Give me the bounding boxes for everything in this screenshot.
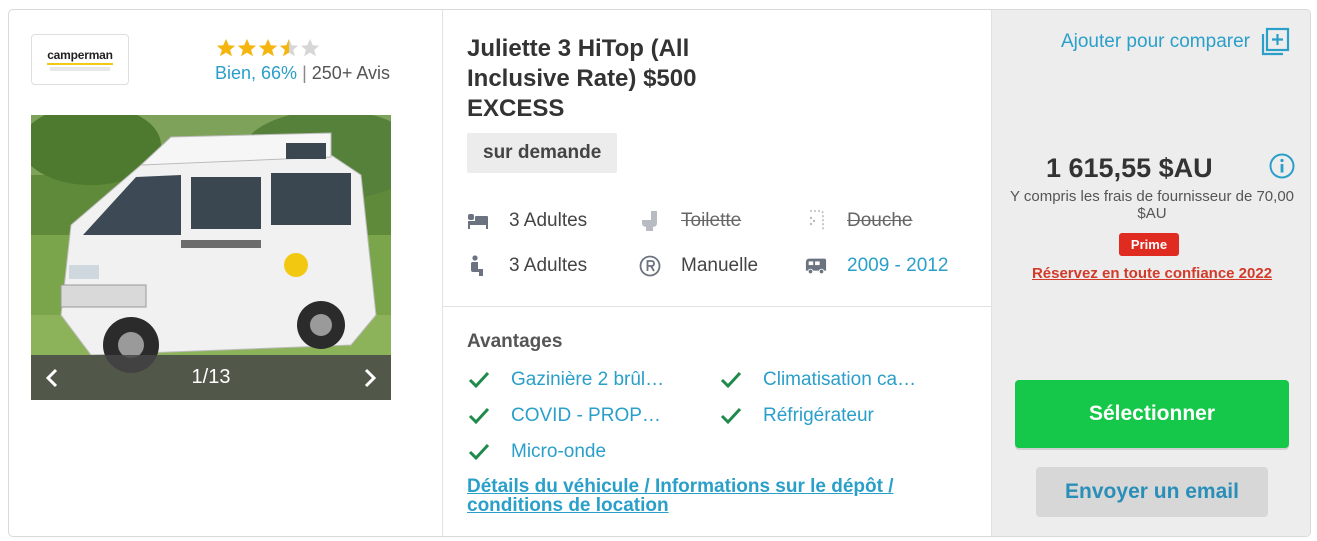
spec-label: Manuelle (681, 255, 759, 276)
check-icon (720, 407, 742, 425)
pricing-column: Ajouter pour comparer 1 615,55 $AU Y com… (992, 10, 1310, 536)
star-icon (237, 38, 257, 57)
total-price: 1 615,55 $AU (1046, 153, 1213, 183)
star-icon (258, 38, 278, 57)
bed-icon (467, 210, 489, 232)
vehicle-details-link[interactable]: Détails du véhicule / Informations sur l… (467, 477, 957, 515)
chevron-right-icon (364, 368, 377, 387)
gallery-next-button[interactable] (359, 363, 381, 393)
spec-sleeps: 3 Adultes (467, 210, 587, 232)
advantage-item[interactable]: Micro-onde (467, 441, 606, 463)
book-confidence-link[interactable]: Réservez en toute confiance 2022 (1002, 265, 1302, 282)
vehicle-details-column: Juliette 3 HiTop (All Inclusive Rate) $5… (443, 10, 992, 536)
advantage-item[interactable]: Réfrigérateur (719, 405, 874, 427)
star-icon (216, 38, 236, 57)
compare-label: Ajouter pour comparer (1060, 31, 1250, 52)
gallery-controls: 1/13 (31, 355, 391, 400)
vendor-column: camperman Bien, 66% | 250+ Avis 1/13 (9, 10, 443, 536)
star-rating (215, 37, 320, 59)
shower-icon (805, 210, 827, 232)
info-icon[interactable] (1269, 153, 1295, 179)
seat-icon (467, 255, 489, 277)
gallery-prev-button[interactable] (41, 363, 63, 393)
rating-separator: | (302, 63, 307, 83)
transmission-icon (639, 255, 661, 277)
logo-underline (47, 63, 113, 65)
chevron-left-icon (45, 368, 58, 387)
review-count: 250+ Avis (311, 63, 391, 83)
advantage-label: Micro-onde (511, 441, 607, 462)
send-email-button[interactable]: Envoyer un email (1036, 467, 1268, 517)
check-icon (720, 371, 742, 389)
toilet-icon (639, 210, 661, 232)
advantage-item[interactable]: COVID - PROP… (467, 405, 661, 427)
logo-tagline (50, 67, 110, 71)
prime-badge: Prime (1119, 233, 1179, 256)
vehicle-icon (805, 255, 827, 277)
check-icon (468, 371, 490, 389)
check-icon (468, 407, 490, 425)
vehicle-card: camperman Bien, 66% | 250+ Avis 1/13 Jul… (8, 9, 1311, 537)
advantage-item[interactable]: Gazinière 2 brûl… (467, 369, 664, 391)
spec-toilet: Toilette (639, 210, 741, 232)
advantage-label: Réfrigérateur (763, 405, 874, 426)
advantages-title: Avantages (467, 331, 563, 352)
spec-label: Toilette (681, 210, 742, 231)
spec-label: Douche (847, 210, 913, 231)
spec-seats: 3 Adultes (467, 255, 587, 277)
advantage-label: Climatisation ca… (763, 369, 917, 390)
select-button[interactable]: Sélectionner (1015, 380, 1289, 448)
rating-summary: Bien, 66% | 250+ Avis (215, 63, 390, 84)
empty-star-icon (300, 38, 320, 57)
availability-badge: sur demande (467, 133, 618, 173)
spec-label: 2009 - 2012 (847, 255, 949, 276)
vehicle-title: Juliette 3 HiTop (All Inclusive Rate) $5… (467, 35, 697, 122)
add-to-compare-button[interactable]: Ajouter pour comparer (1061, 27, 1290, 57)
spec-transmission: Manuelle (639, 255, 758, 277)
rating-label[interactable]: Bien, 66% (215, 63, 297, 83)
vendor-logo-text: camperman (47, 48, 113, 62)
spec-label: 3 Adultes (509, 255, 588, 276)
advantage-label: Gazinière 2 brûl… (511, 369, 665, 390)
advantage-item[interactable]: Climatisation ca… (719, 369, 916, 391)
section-divider (443, 306, 991, 307)
spec-label: 3 Adultes (509, 210, 588, 231)
check-icon (468, 443, 490, 461)
spec-shower: Douche (805, 210, 913, 232)
vendor-logo: camperman (31, 34, 129, 85)
fee-note: Y compris les frais de fournisseur de 70… (1009, 188, 1295, 222)
add-compare-icon (1261, 27, 1290, 56)
vehicle-photo[interactable]: 1/13 (31, 115, 391, 400)
gallery-counter: 1/13 (191, 366, 231, 388)
advantage-label: COVID - PROP… (511, 405, 661, 426)
spec-year[interactable]: 2009 - 2012 (805, 255, 948, 277)
half-star-icon (279, 38, 299, 57)
